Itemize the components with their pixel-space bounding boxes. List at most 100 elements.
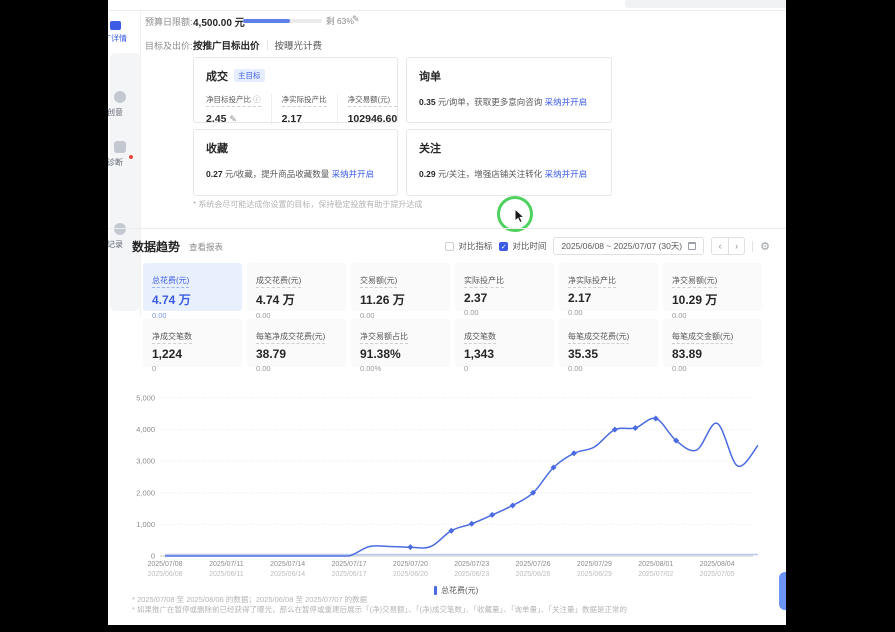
metric-card[interactable]: 每笔净成交花费(元)38.790.00 [247, 319, 346, 367]
sidebar-group: 创意诊断记录 [110, 53, 140, 311]
deal-metric: 净实际投产比2.17 [271, 94, 337, 125]
sidebar-item-label: 诊断 [108, 157, 140, 168]
date-range-picker[interactable]: 2025/06/08 ~ 2025/07/07 (30天) [553, 237, 704, 255]
sidebar-item-1[interactable]: 创意 [112, 91, 140, 118]
svg-text:4,000: 4,000 [136, 425, 155, 434]
sidebar-item-detail[interactable]: 广详情 [110, 21, 127, 44]
budget-edit-icon[interactable]: ✎ [352, 14, 360, 25]
metric-card[interactable]: 成交笔数1,3430 [455, 319, 554, 367]
goal-card-follow: 关注 0.29 元/关注，增强店铺关注转化 采纳并开启 [406, 129, 612, 196]
metric-card[interactable]: 净成交笔数1,2240 [143, 319, 242, 367]
top-strip [108, 0, 786, 11]
metric-label: 每笔成交花费(元) [568, 331, 629, 344]
svg-text:2025/07/29: 2025/07/29 [577, 561, 612, 568]
next-period-button[interactable]: › [728, 238, 744, 254]
floating-side-button[interactable] [779, 572, 786, 610]
gear-icon[interactable]: ⚙ [760, 240, 770, 253]
metric-compare-value: 0.00 [672, 364, 753, 373]
svg-text:0: 0 [151, 552, 155, 561]
adopt-and-enable-link[interactable]: 采纳并开启 [332, 169, 375, 179]
metric-card[interactable]: 成交花费(元)4.74 万0.00 [247, 263, 346, 311]
compare-time-checkbox[interactable]: ✓ 对比时间 [499, 240, 546, 252]
cursor-icon [513, 208, 529, 226]
svg-text:2025/07/23: 2025/07/23 [454, 561, 489, 568]
metric-value: 35.35 [568, 347, 649, 361]
budget-label: 预算日限额: [145, 15, 193, 28]
calendar-icon [688, 242, 696, 250]
svg-text:2025/08/01: 2025/08/01 [638, 561, 673, 568]
prev-period-button[interactable]: ‹ [712, 238, 728, 254]
goal-card-title-row: 成交主目标 [206, 67, 385, 85]
goal-card-title: 关注 [419, 143, 441, 155]
legend-label: 总花费(元) [441, 585, 478, 596]
metric-label: 实际投产比 [464, 275, 504, 288]
svg-text:2025/06/23: 2025/06/23 [454, 571, 489, 578]
budget-remaining: 剩 63% [326, 15, 354, 27]
legend-swatch [434, 586, 437, 595]
checkbox-unchecked-icon [445, 242, 454, 251]
circle-icon [114, 91, 126, 103]
adopt-and-enable-link[interactable]: 采纳并开启 [545, 97, 588, 107]
metric-value: 38.79 [256, 347, 337, 361]
metric-card[interactable]: 每笔成交花费(元)35.350.00 [559, 319, 658, 367]
metric-compare-value: 0.00% [360, 364, 441, 373]
metric-label: 净成交笔数 [152, 331, 192, 344]
click-indicator-ring [497, 196, 533, 232]
metric-card[interactable]: 净交易额占比91.38%0.00% [351, 319, 450, 367]
goal-tabs: 按推广目标出价 按曝光计费 [193, 38, 322, 52]
sidebar-item-2[interactable]: 诊断 [112, 141, 140, 168]
svg-text:2025/07/08: 2025/07/08 [147, 561, 182, 568]
goal-card-title: 询单 [419, 71, 441, 83]
sidebar-item-label: 广详情 [108, 33, 127, 44]
metric-value: 4.74 万 [256, 291, 337, 308]
tab-bid-by-goal[interactable]: 按推广目标出价 [193, 38, 260, 52]
goal-bar: 目标及出价: [145, 38, 193, 52]
metric-compare-value: 0.00 [256, 364, 337, 373]
metric-card[interactable]: 净实际投产比2.170.00 [559, 263, 658, 311]
goal-card-desc: 0.29 元/关注，增强店铺关注转化 采纳并开启 [419, 168, 599, 180]
svg-text:3,000: 3,000 [136, 457, 155, 466]
metric-compare-value: 0.00 [568, 364, 649, 373]
metric-card[interactable]: 实际投产比2.370.00 [455, 263, 554, 311]
metric-value: 91.38% [360, 347, 441, 361]
svg-text:2025/06/26: 2025/06/26 [516, 571, 551, 578]
svg-text:2025/07/26: 2025/07/26 [516, 561, 551, 568]
edit-roi-icon[interactable]: ✎ [229, 114, 237, 124]
svg-text:2025/06/17: 2025/06/17 [332, 571, 367, 578]
metric-label: 净实际投产比 [568, 275, 616, 288]
trend-title: 数据趋势 [132, 238, 180, 255]
metric-label: 每笔净成交花费(元) [256, 331, 325, 344]
goal-card-favorite: 收藏0.27 元/收藏，提升商品收藏数量 采纳并开启 [193, 129, 398, 196]
svg-text:2025/06/08: 2025/06/08 [147, 571, 182, 578]
svg-text:2025/06/11: 2025/06/11 [209, 571, 244, 578]
adopt-and-enable-link[interactable]: 采纳并开启 [545, 169, 588, 179]
top-partial-bar [625, 0, 786, 8]
metric-card[interactable]: 每笔成交金额(元)83.890.00 [663, 319, 762, 367]
section-divider [108, 228, 786, 229]
metric-card[interactable]: 净交易额(元)10.29 万0.00 [663, 263, 762, 311]
chart-legend[interactable]: 总花费(元) [434, 585, 478, 596]
clock-icon [114, 223, 126, 235]
tab-bid-by-impression[interactable]: 按曝光计费 [275, 38, 323, 52]
checkbox-checked-icon: ✓ [499, 242, 508, 251]
sidebar-item-label: 创意 [108, 107, 140, 118]
compare-metric-checkbox[interactable]: 对比指标 [445, 240, 492, 252]
deal-metric-value: 2.45 ✎ [206, 113, 261, 125]
metric-label: 总花费(元) [152, 275, 189, 288]
deal-metric: 净目标投产比 ⓘ2.45 ✎ [206, 94, 271, 125]
svg-text:2025/06/20: 2025/06/20 [393, 571, 428, 578]
screen: 广详情 创意诊断记录 预算日限额: 4,500.00 元 剩 63% ✎ 目标及… [0, 0, 895, 632]
goal-card-inquiry: 询单0.35 元/询单，获取更多意向咨询 采纳并开启 [406, 57, 612, 123]
metric-value: 11.26 万 [360, 291, 441, 308]
trend-header: 数据趋势 查看报表 [132, 238, 223, 255]
metric-card[interactable]: 交易额(元)11.26 万0.00 [351, 263, 450, 311]
square-icon [114, 141, 126, 153]
metric-card[interactable]: 总花费(元)4.74 万0.00 [143, 263, 242, 311]
deal-metric: 净交易额(元)102946.60 [337, 94, 408, 125]
budget-progress-fill [243, 19, 290, 23]
svg-text:2025/07/17: 2025/07/17 [332, 561, 367, 568]
view-report-link[interactable]: 查看报表 [189, 241, 223, 253]
metric-label: 净交易额(元) [672, 275, 717, 288]
goal-bar-label: 目标及出价: [145, 39, 193, 52]
svg-text:2025/07/02: 2025/07/02 [638, 571, 673, 578]
